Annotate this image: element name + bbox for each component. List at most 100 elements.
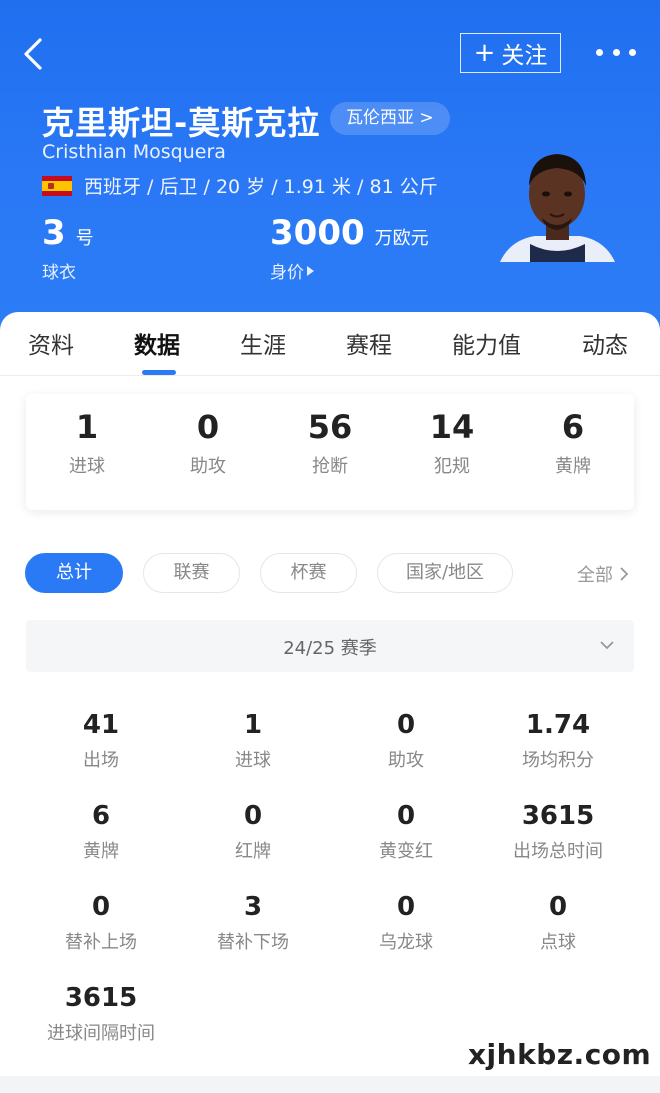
all-filters-link[interactable]: 全部 xyxy=(577,561,629,587)
tab-bar: 资料 数据 生涯 赛程 能力值 动态 xyxy=(0,312,660,376)
jersey-number: 3 号 xyxy=(42,213,94,253)
more-dot-icon xyxy=(596,48,603,56)
summary-label: 抢断 xyxy=(312,456,348,477)
stat-value: 41 xyxy=(82,710,120,740)
stat-item: 0 黄变红 xyxy=(330,801,482,863)
stat-value: 1 xyxy=(243,710,263,740)
stat-item: 3615 出场总时间 xyxy=(482,801,634,863)
stat-label: 进球间隔时间 xyxy=(47,1023,155,1044)
market-value: 3000 万欧元 xyxy=(270,213,429,253)
tab-career[interactable]: 生涯 xyxy=(240,326,286,360)
stat-value: 0 xyxy=(396,892,416,922)
summary-value: 0 xyxy=(196,408,220,446)
summary-item: 6 黄牌 xyxy=(512,408,634,478)
summary-value: 14 xyxy=(429,408,475,446)
stat-value: 3615 xyxy=(64,983,138,1013)
summary-label: 进球 xyxy=(69,456,105,477)
filter-national[interactable]: 国家/地区 xyxy=(377,553,513,593)
jersey-label: 球衣 xyxy=(42,263,76,283)
follow-button[interactable]: + 关注 xyxy=(460,33,561,73)
active-tab-indicator xyxy=(142,370,176,375)
filter-league[interactable]: 联赛 xyxy=(143,553,240,593)
watermark-text: xjhkbz.com xyxy=(468,1038,652,1071)
stat-value: 0 xyxy=(396,710,416,740)
stat-label: 出场 xyxy=(83,750,119,771)
stat-item: 1 进球 xyxy=(177,710,329,772)
stat-label: 黄牌 xyxy=(83,841,119,862)
stat-item: 0 点球 xyxy=(482,892,634,954)
stat-label: 进球 xyxy=(235,750,271,771)
stat-item: 3615 进球间隔时间 xyxy=(25,983,177,1045)
stat-item: 1.74 场均积分 xyxy=(482,710,634,772)
season-dropdown[interactable]: 24/25 赛季 xyxy=(26,620,634,672)
market-value-link[interactable]: 身价 xyxy=(270,258,314,283)
summary-item: 1 进球 xyxy=(26,408,148,478)
tab-schedule[interactable]: 赛程 xyxy=(346,326,392,360)
stat-value: 1.74 xyxy=(525,710,591,740)
summary-label: 黄牌 xyxy=(555,456,591,477)
market-value-label: 身价 xyxy=(270,263,304,283)
tab-data[interactable]: 数据 xyxy=(134,326,180,360)
stat-item: 0 助攻 xyxy=(330,710,482,772)
chevron-right-icon xyxy=(620,567,629,581)
summary-value: 6 xyxy=(561,408,585,446)
filter-total[interactable]: 总计 xyxy=(25,553,123,593)
more-dot-icon xyxy=(629,48,636,56)
stat-item: 0 乌龙球 xyxy=(330,892,482,954)
stat-label: 红牌 xyxy=(235,841,271,862)
stat-value: 6 xyxy=(91,801,111,831)
chevron-down-icon xyxy=(600,641,614,650)
player-name-en: Cristhian Mosquera xyxy=(42,141,226,163)
stat-value: 0 xyxy=(91,892,111,922)
tab-ability[interactable]: 能力值 xyxy=(452,326,521,360)
market-value-number: 3000 xyxy=(270,213,365,253)
follow-label: 关注 xyxy=(501,43,548,69)
summary-stats-card: 1 进球 0 助攻 56 抢断 14 犯规 6 黄牌 xyxy=(26,394,634,510)
stat-value: 3 xyxy=(243,892,263,922)
stat-label: 助攻 xyxy=(388,750,424,771)
player-header: + 关注 克里斯坦-莫斯克拉 瓦伦西亚 > Cristhian Mosquera… xyxy=(0,0,660,330)
stat-label: 替补上场 xyxy=(65,932,137,953)
summary-item: 14 犯规 xyxy=(391,408,513,478)
stat-item: 0 红牌 xyxy=(177,801,329,863)
player-photo xyxy=(500,140,615,262)
stat-label: 点球 xyxy=(540,932,576,953)
summary-value: 56 xyxy=(307,408,353,446)
chevron-left-icon xyxy=(24,38,42,70)
market-value-unit: 万欧元 xyxy=(374,228,429,249)
stat-label: 出场总时间 xyxy=(513,841,603,862)
summary-label: 犯规 xyxy=(434,456,470,477)
club-link[interactable]: 瓦伦西亚 > xyxy=(330,102,450,135)
triangle-right-icon xyxy=(307,265,314,276)
player-meta: 西班牙 / 后卫 / 20 岁 / 1.91 米 / 81 公斤 xyxy=(42,172,438,199)
bottom-bar xyxy=(0,1076,660,1093)
stat-value: 0 xyxy=(396,801,416,831)
more-dot-icon xyxy=(612,48,620,56)
jersey-number-unit: 号 xyxy=(75,228,94,249)
stat-item: 41 出场 xyxy=(25,710,177,772)
stat-label: 替补下场 xyxy=(217,932,289,953)
stat-value: 0 xyxy=(548,892,568,922)
content-panel: 资料 数据 生涯 赛程 能力值 动态 1 进球 0 助攻 56 抢断 14 犯规… xyxy=(0,312,660,1093)
back-button[interactable] xyxy=(18,34,54,74)
more-options-button[interactable] xyxy=(596,40,636,64)
tab-news[interactable]: 动态 xyxy=(582,326,628,360)
player-meta-text: 西班牙 / 后卫 / 20 岁 / 1.91 米 / 81 公斤 xyxy=(84,176,438,198)
plus-icon: + xyxy=(473,38,496,68)
stat-item: 0 替补上场 xyxy=(25,892,177,954)
stat-value: 3615 xyxy=(521,801,595,831)
stat-label: 场均积分 xyxy=(522,750,594,771)
stat-label: 黄变红 xyxy=(379,841,433,862)
stat-label: 乌龙球 xyxy=(379,932,433,953)
stat-item: 3 替补下场 xyxy=(177,892,329,954)
jersey-number-value: 3 xyxy=(42,213,66,253)
stat-item: 6 黄牌 xyxy=(25,801,177,863)
summary-item: 0 助攻 xyxy=(147,408,269,478)
stat-value: 0 xyxy=(243,801,263,831)
tab-profile[interactable]: 资料 xyxy=(28,326,74,360)
spain-flag-icon xyxy=(42,175,72,196)
player-name-cn: 克里斯坦-莫斯克拉 xyxy=(42,104,321,142)
summary-value: 1 xyxy=(75,408,99,446)
summary-item: 56 抢断 xyxy=(269,408,391,478)
filter-cup[interactable]: 杯赛 xyxy=(260,553,357,593)
